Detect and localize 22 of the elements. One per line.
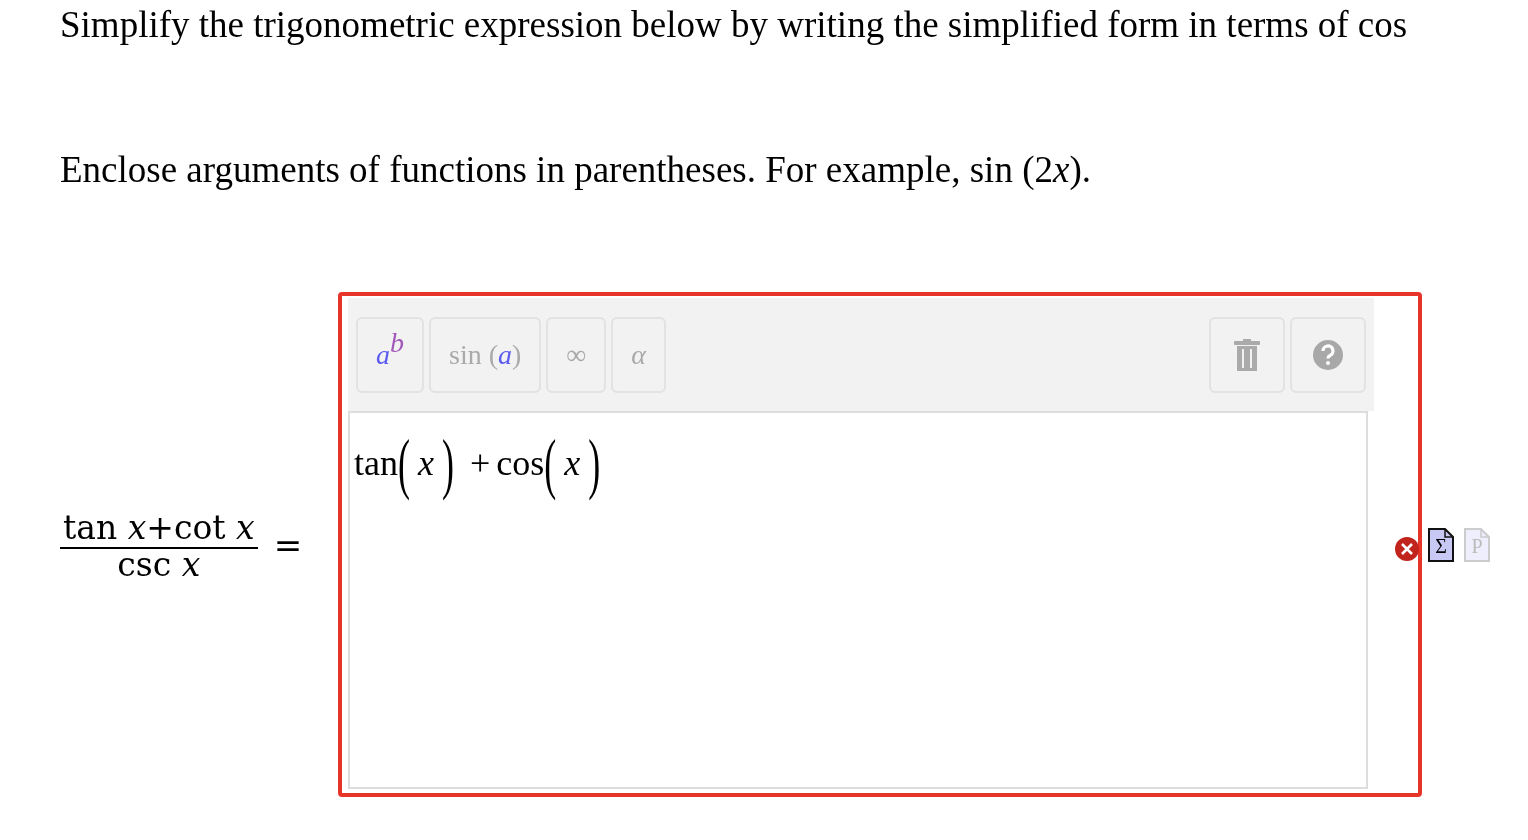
document-button[interactable]: Σ bbox=[1428, 527, 1454, 562]
instruction-text: Simplify the trigonometric expression below by writing the simplified form in terms of cos bbox=[60, 3, 1409, 47]
fraction-numerator: tan x+cot x bbox=[60, 508, 258, 549]
variable: x bbox=[563, 442, 582, 485]
operator: + bbox=[468, 442, 492, 485]
error-icon bbox=[1394, 536, 1420, 562]
help-button[interactable] bbox=[1290, 316, 1366, 393]
parenthesis: ( bbox=[398, 424, 410, 503]
parenthesis: ( bbox=[544, 424, 557, 503]
variable: x bbox=[416, 442, 435, 485]
parenthesis: ) bbox=[441, 424, 454, 503]
trash-icon bbox=[1234, 338, 1260, 371]
parenthesis: ) bbox=[588, 424, 601, 503]
function-name: cos bbox=[496, 442, 545, 485]
instruction-text: Enclose arguments of functions in parentheses. For example, sin (2x). bbox=[60, 148, 1092, 192]
equals-sign: = bbox=[273, 524, 303, 565]
help-icon bbox=[1312, 338, 1344, 371]
function-button[interactable]: sin (a) bbox=[429, 316, 542, 393]
power-button[interactable]: ab bbox=[356, 316, 424, 393]
delete-button[interactable] bbox=[1209, 316, 1285, 393]
function-name: tan bbox=[354, 443, 398, 483]
fraction-denominator: csc x bbox=[117, 548, 201, 581]
